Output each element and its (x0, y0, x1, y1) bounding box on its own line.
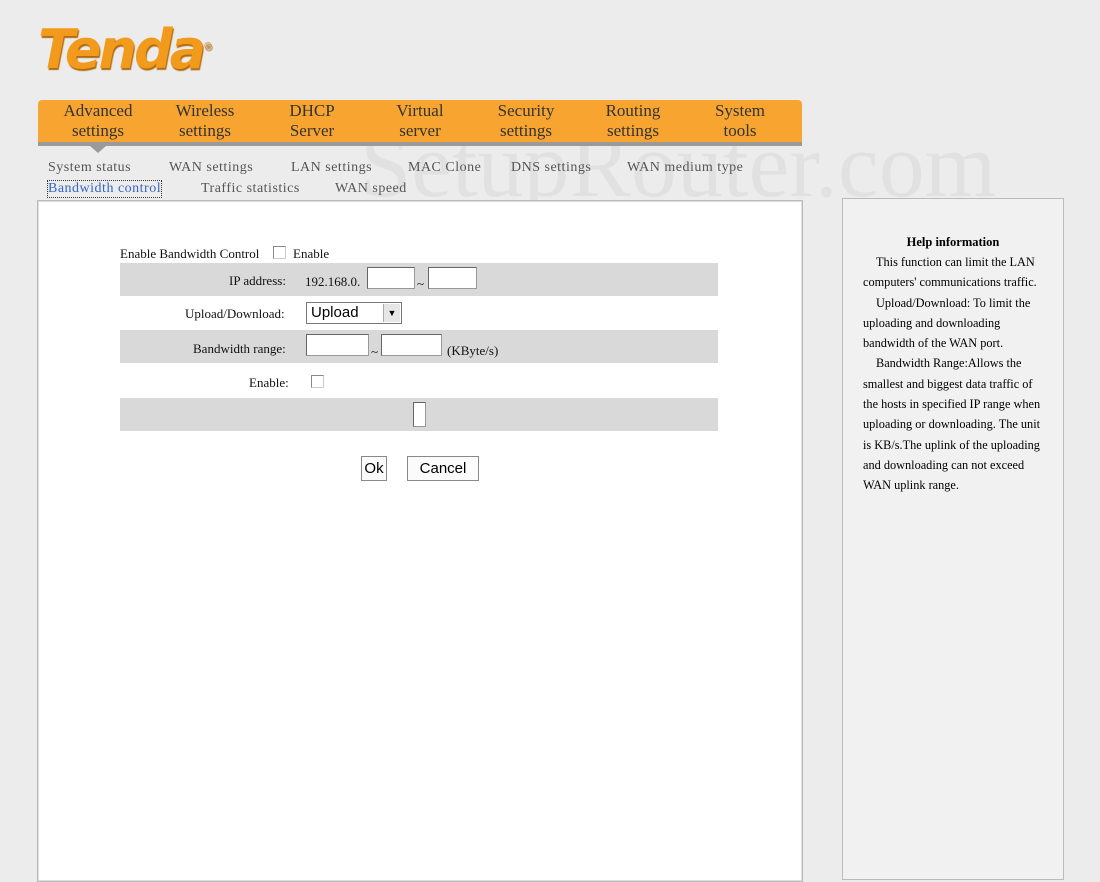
nav-security-settings[interactable]: Security settings (476, 101, 576, 141)
bandwidth-max-input[interactable] (381, 334, 442, 356)
subnav-mac-clone[interactable]: MAC Clone (408, 160, 481, 176)
ip-tilde: ~ (417, 276, 425, 291)
ip-end-input[interactable] (428, 267, 477, 289)
bandwidth-label: Bandwidth range: (193, 341, 286, 356)
empty-input[interactable] (413, 402, 426, 427)
bandwidth-min-input[interactable] (306, 334, 369, 356)
nav-advanced-settings[interactable]: Advanced settings (48, 101, 148, 141)
subnav-system-status[interactable]: System status (48, 160, 131, 176)
tenda-logo: Tenda® (38, 18, 214, 81)
enable-checkbox[interactable] (311, 375, 324, 388)
enable-bandwidth-label: Enable Bandwidth Control (120, 246, 260, 261)
subnav-dns-settings[interactable]: DNS settings (511, 160, 591, 176)
help-title: Help information (906, 235, 1000, 249)
nav-routing-settings[interactable]: Routing settings (583, 101, 683, 141)
nav-dhcp-server[interactable]: DHCP Server (262, 101, 362, 141)
main-nav: Advanced settings Wireless settings DHCP Se… (38, 100, 802, 153)
help-panel: Help information This function can limit… (842, 198, 1064, 880)
help-paragraph: Bandwidth Range:Allows the smallest and … (863, 356, 1041, 493)
cancel-button[interactable]: Cancel (407, 456, 479, 481)
subnav-lan-settings[interactable]: LAN settings (291, 160, 372, 176)
ok-button[interactable]: Ok (361, 456, 387, 481)
bandwidth-unit: (KByte/s) (447, 343, 499, 358)
help-paragraph: Upload/Download: To limit the uploading … (863, 295, 1031, 351)
active-nav-indicator (90, 146, 106, 153)
bandwidth-tilde: ~ (371, 344, 379, 359)
subnav-traffic-statistics[interactable]: Traffic statistics (201, 181, 300, 197)
enable-bandwidth-text: Enable (293, 246, 330, 261)
updown-select[interactable]: Upload ▼ (306, 302, 402, 324)
ip-start-input[interactable] (367, 267, 415, 289)
subnav-wan-settings[interactable]: WAN settings (169, 160, 253, 176)
ip-label: IP address: (229, 273, 286, 288)
enable-label: Enable: (249, 375, 289, 390)
nav-system-tools[interactable]: System tools (690, 101, 790, 141)
help-paragraph: This function can limit the LAN computer… (863, 255, 1037, 290)
chevron-down-icon[interactable]: ▼ (383, 304, 400, 322)
enable-bandwidth-checkbox[interactable] (273, 246, 286, 259)
subnav-wan-speed[interactable]: WAN speed (335, 181, 407, 197)
nav-wireless-settings[interactable]: Wireless settings (155, 101, 255, 141)
ip-prefix: 192.168.0. (305, 274, 361, 289)
subnav-bandwidth-control[interactable]: Bandwidth control (46, 180, 163, 198)
updown-label: Upload/Download: (185, 306, 285, 321)
subnav-wan-medium-type[interactable]: WAN medium type (627, 160, 743, 176)
content-panel (37, 200, 803, 882)
nav-virtual-server[interactable]: Virtual server (370, 101, 470, 141)
